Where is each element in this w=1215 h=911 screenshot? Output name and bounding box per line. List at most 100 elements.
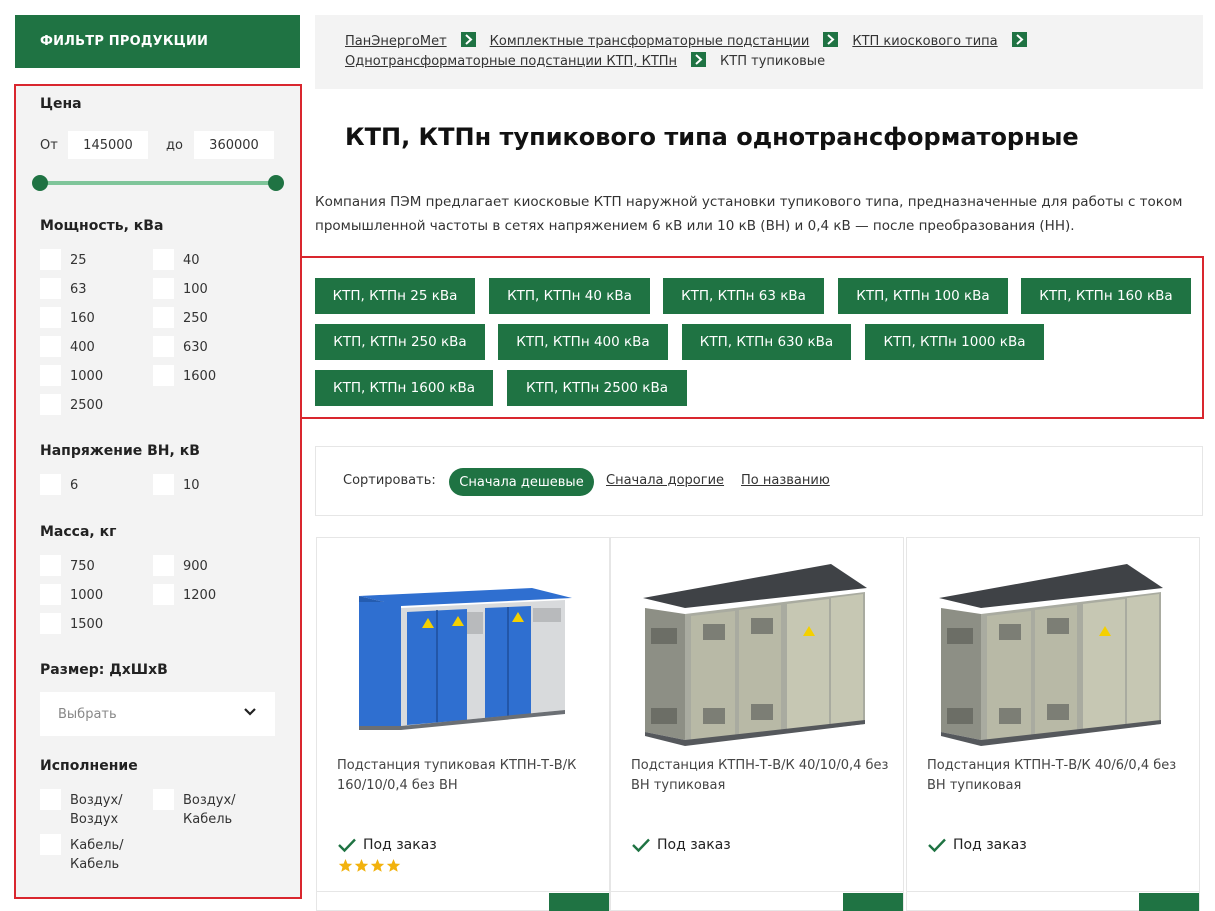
checkbox-label: 1000 <box>70 369 104 384</box>
page-title: КТП, КТПн тупикового типа однотрансформа… <box>345 123 1079 151</box>
checkbox[interactable] <box>153 555 174 576</box>
checkbox[interactable] <box>40 834 61 855</box>
breadcrumb-link-kiosk[interactable]: КТП киоскового типа <box>852 34 997 49</box>
price-slider-track[interactable] <box>40 181 276 185</box>
add-to-cart-button[interactable] <box>1139 893 1199 911</box>
price-slider-max-handle[interactable] <box>268 175 284 191</box>
breadcrumb-link-substations[interactable]: Комплектные трансформаторные подстанции <box>490 34 810 49</box>
power-checkbox-630[interactable]: 630 <box>153 336 208 357</box>
sort-label: Сортировать: <box>343 473 436 488</box>
sort-cheapest-button[interactable]: Сначала дешевые <box>449 468 594 496</box>
checkbox[interactable] <box>153 474 174 495</box>
mass-checkbox-750[interactable]: 750 <box>40 555 95 576</box>
category-button[interactable]: КТП, КТПн 630 кВа <box>682 324 851 360</box>
breadcrumb-link-home[interactable]: ПанЭнергоМет <box>345 34 447 49</box>
power-checkbox-63[interactable]: 63 <box>40 278 87 299</box>
category-button[interactable]: КТП, КТПн 100 кВа <box>838 278 1008 314</box>
power-checkbox-1600[interactable]: 1600 <box>153 365 216 386</box>
chevron-right-icon <box>823 32 839 47</box>
voltage-checkbox-6[interactable]: 6 <box>40 474 78 495</box>
filter-panel: Цена От до Мощность, кВа 25 40 63 100 16… <box>14 84 302 899</box>
product-card[interactable]: Подстанция КТПН-Т-В/К 40/6/0,4 без ВН ту… <box>906 537 1200 911</box>
checkbox[interactable] <box>153 336 174 357</box>
add-to-cart-button[interactable] <box>549 893 609 911</box>
checkbox[interactable] <box>40 789 61 810</box>
chevron-right-icon <box>691 52 707 67</box>
breadcrumb: ПанЭнергоМет Комплектные трансформаторные… <box>315 15 1203 89</box>
category-button[interactable]: КТП, КТПн 63 кВа <box>663 278 824 314</box>
checkbox-label: 160 <box>70 311 95 326</box>
checkbox[interactable] <box>40 394 61 415</box>
checkbox[interactable] <box>40 474 61 495</box>
checkbox[interactable] <box>40 584 61 605</box>
product-card[interactable]: Подстанция тупиковая КТПН-Т-В/К 160/10/0… <box>316 537 610 911</box>
checkbox[interactable] <box>153 278 174 299</box>
size-select[interactable]: Выбрать <box>40 692 275 736</box>
checkbox[interactable] <box>40 365 61 386</box>
card-divider <box>611 891 903 892</box>
product-image-grey-substation[interactable] <box>631 548 885 748</box>
card-divider <box>907 891 1199 892</box>
product-card[interactable]: Подстанция КТПН-Т-В/К 40/10/0,4 без ВН т… <box>610 537 904 911</box>
category-button[interactable]: КТП, КТПн 1000 кВа <box>865 324 1044 360</box>
category-button[interactable]: КТП, КТПн 25 кВа <box>315 278 475 314</box>
add-to-cart-button[interactable] <box>843 893 903 911</box>
execution-checkbox-cable-cable[interactable]: Кабель/ Кабель <box>40 834 140 874</box>
category-button[interactable]: КТП, КТПн 400 кВа <box>498 324 668 360</box>
mass-checkbox-1200[interactable]: 1200 <box>153 584 216 605</box>
execution-checkbox-air-cable[interactable]: Воздух/ Кабель <box>153 789 253 829</box>
price-slider-min-handle[interactable] <box>32 175 48 191</box>
product-image-blue-substation[interactable] <box>337 548 591 748</box>
product-title[interactable]: Подстанция тупиковая КТПН-Т-В/К 160/10/0… <box>337 756 597 796</box>
category-button[interactable]: КТП, КТПн 40 кВа <box>489 278 650 314</box>
size-title: Размер: ДхШхВ <box>40 662 168 678</box>
checkbox[interactable] <box>153 584 174 605</box>
mass-title: Масса, кг <box>40 524 117 540</box>
check-icon <box>338 838 356 853</box>
mass-checkbox-900[interactable]: 900 <box>153 555 208 576</box>
power-checkbox-400[interactable]: 400 <box>40 336 95 357</box>
checkbox[interactable] <box>40 336 61 357</box>
mass-checkbox-1000[interactable]: 1000 <box>40 584 103 605</box>
chevron-right-icon <box>1011 32 1027 47</box>
checkbox[interactable] <box>153 365 174 386</box>
power-checkbox-40[interactable]: 40 <box>153 249 200 270</box>
category-button[interactable]: КТП, КТПн 250 кВа <box>315 324 485 360</box>
power-checkbox-100[interactable]: 100 <box>153 278 208 299</box>
sort-expensive-link[interactable]: Сначала дорогие <box>606 473 724 488</box>
checkbox[interactable] <box>40 249 61 270</box>
star-icon <box>370 859 385 872</box>
price-to-label: до <box>166 138 183 153</box>
power-checkbox-25[interactable]: 25 <box>40 249 87 270</box>
checkbox[interactable] <box>40 278 61 299</box>
checkbox-label: Воздух/ Кабель <box>183 793 236 827</box>
category-button[interactable]: КТП, КТПн 1600 кВа <box>315 370 493 406</box>
checkbox[interactable] <box>40 613 61 634</box>
price-from-input[interactable] <box>68 131 148 159</box>
availability-status: Под заказ <box>337 837 437 853</box>
execution-checkbox-air-air[interactable]: Воздух/ Воздух <box>40 789 140 829</box>
checkbox-label: 25 <box>70 253 87 268</box>
product-title[interactable]: Подстанция КТПН-Т-В/К 40/6/0,4 без ВН ту… <box>927 756 1187 796</box>
rating-stars <box>338 858 401 873</box>
mass-checkbox-1500[interactable]: 1500 <box>40 613 103 634</box>
product-title[interactable]: Подстанция КТПН-Т-В/К 40/10/0,4 без ВН т… <box>631 756 891 796</box>
checkbox[interactable] <box>153 307 174 328</box>
checkbox-label: 1200 <box>183 588 217 603</box>
category-button[interactable]: КТП, КТПн 160 кВа <box>1021 278 1191 314</box>
sort-name-link[interactable]: По названию <box>741 473 830 488</box>
product-image-grey-substation[interactable] <box>927 548 1181 748</box>
power-checkbox-250[interactable]: 250 <box>153 307 208 328</box>
breadcrumb-link-single-transformer[interactable]: Однотрансформаторные подстанции КТП, КТП… <box>345 54 677 69</box>
checkbox[interactable] <box>40 307 61 328</box>
power-checkbox-1000[interactable]: 1000 <box>40 365 103 386</box>
checkbox[interactable] <box>40 555 61 576</box>
checkbox[interactable] <box>153 789 174 810</box>
power-checkbox-2500[interactable]: 2500 <box>40 394 103 415</box>
price-to-input[interactable] <box>194 131 274 159</box>
voltage-checkbox-10[interactable]: 10 <box>153 474 200 495</box>
power-checkbox-160[interactable]: 160 <box>40 307 95 328</box>
category-button[interactable]: КТП, КТПн 2500 кВа <box>507 370 687 406</box>
check-icon <box>632 838 650 853</box>
checkbox[interactable] <box>153 249 174 270</box>
